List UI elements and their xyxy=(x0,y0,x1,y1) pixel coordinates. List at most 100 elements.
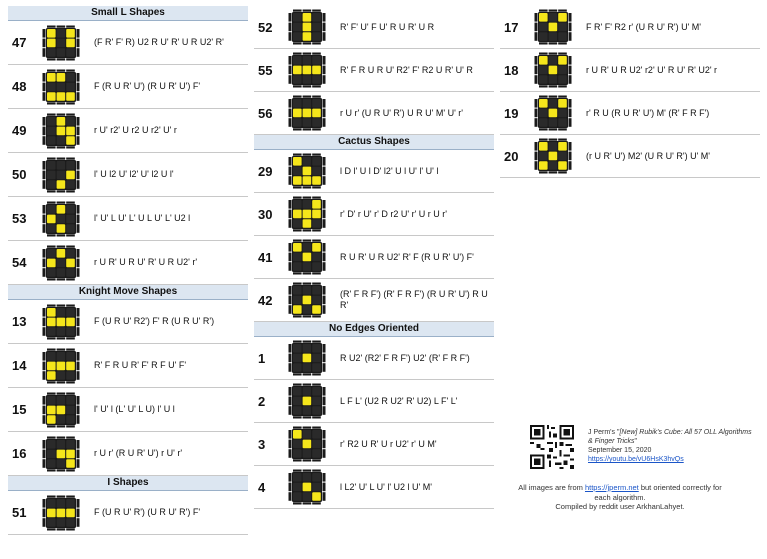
side-sticker xyxy=(293,373,302,376)
side-sticker xyxy=(66,380,75,383)
side-sticker xyxy=(42,458,46,468)
sticker xyxy=(56,214,66,223)
side-sticker xyxy=(312,416,321,419)
sticker xyxy=(548,13,558,22)
sticker xyxy=(66,91,75,101)
sticker xyxy=(66,160,75,170)
sticker xyxy=(302,157,312,166)
sticker xyxy=(47,361,56,370)
side-sticker xyxy=(288,262,292,271)
sticker xyxy=(47,91,56,101)
case-number: 30 xyxy=(258,206,273,222)
side-sticker xyxy=(76,82,80,91)
side-sticker xyxy=(302,416,312,419)
sticker xyxy=(293,56,302,65)
oll-case-row: 54 r U R' U R U' R' U R U2' r' xyxy=(8,241,248,285)
sticker xyxy=(56,395,66,405)
side-sticker xyxy=(293,315,302,318)
sticker xyxy=(312,492,321,501)
algorithm-text: R' F' U' F U' R U R' U R xyxy=(340,21,435,32)
oll-case-row: 49 r U' r2' U r2 U r2' U' r xyxy=(8,109,248,153)
sticker xyxy=(56,38,66,47)
sticker xyxy=(66,170,75,179)
algorithm-text: (R' F R F') (R' F R F') (R U R' U') R U … xyxy=(340,289,488,310)
side-sticker xyxy=(568,22,572,32)
sticker xyxy=(66,508,75,517)
credit-video-link[interactable]: https://youtu.be/vU6HsK3hvQs xyxy=(588,455,758,464)
side-sticker xyxy=(42,370,46,380)
side-sticker xyxy=(302,469,312,472)
side-sticker xyxy=(558,9,567,12)
sticker xyxy=(302,439,312,449)
sticker xyxy=(47,498,56,508)
sticker xyxy=(302,75,312,84)
side-sticker xyxy=(42,135,46,145)
sticker xyxy=(56,267,66,277)
side-sticker xyxy=(288,353,292,363)
sticker xyxy=(47,214,56,223)
side-sticker xyxy=(322,108,326,118)
side-sticker xyxy=(322,22,326,32)
footer-site-link[interactable]: https://jperm.net xyxy=(585,483,639,492)
algorithm-text: F (R U R' U') (R U R' U') F' xyxy=(94,81,201,91)
sticker xyxy=(312,286,321,295)
sticker xyxy=(312,22,321,32)
sticker xyxy=(548,118,558,127)
sticker xyxy=(302,252,312,262)
sticker xyxy=(558,161,567,170)
side-sticker xyxy=(568,13,572,22)
side-sticker xyxy=(293,196,302,199)
sticker xyxy=(47,258,56,267)
side-sticker xyxy=(322,56,326,65)
section-header: Knight Move Shapes xyxy=(8,285,248,300)
side-sticker xyxy=(302,426,312,429)
case-number: 41 xyxy=(258,249,273,265)
side-sticker xyxy=(47,495,56,498)
sticker xyxy=(539,22,548,32)
side-sticker xyxy=(322,65,326,75)
cube-diagram-icon xyxy=(288,52,326,88)
side-sticker xyxy=(293,42,302,45)
side-sticker xyxy=(47,392,56,395)
sticker xyxy=(293,295,302,305)
oll-case-row: 42 (R' F R F') (R' F R F') (R U R' U') R … xyxy=(254,279,494,322)
sticker xyxy=(302,22,312,32)
sticker xyxy=(312,473,321,482)
sticker xyxy=(558,108,567,118)
side-sticker xyxy=(66,527,75,530)
qr-code-icon[interactable] xyxy=(530,425,574,469)
side-sticker xyxy=(548,171,558,174)
sticker xyxy=(302,305,312,314)
sticker xyxy=(47,326,56,336)
side-sticker xyxy=(42,214,46,223)
oll-case-row: 50 l' U l2 U' l2' U' l2 U l' xyxy=(8,153,248,197)
sticker xyxy=(312,118,321,127)
side-sticker xyxy=(539,52,548,55)
algorithm-text: F R' F' R2 r' (U R U' R') U' M' xyxy=(586,21,702,32)
case-number: 3 xyxy=(258,436,266,452)
sticker xyxy=(56,326,66,336)
side-sticker xyxy=(42,326,46,336)
side-sticker xyxy=(322,118,326,127)
sticker xyxy=(66,395,75,405)
sticker xyxy=(47,135,56,145)
side-sticker xyxy=(56,392,66,395)
side-sticker xyxy=(66,304,75,307)
case-number: 49 xyxy=(12,123,27,138)
oll-case-row: 30 r' D' r U' r' D r2 U' r' U r U r' xyxy=(254,193,494,236)
sticker xyxy=(293,439,302,449)
sticker xyxy=(302,243,312,252)
side-sticker xyxy=(288,449,292,458)
side-sticker xyxy=(322,286,326,295)
section-header: Cactus Shapes xyxy=(254,135,494,150)
side-sticker xyxy=(47,57,56,60)
sticker xyxy=(56,204,66,214)
sticker xyxy=(293,492,302,501)
sticker xyxy=(47,223,56,233)
side-sticker xyxy=(293,340,302,343)
case-number: 16 xyxy=(12,446,27,461)
sticker xyxy=(548,142,558,151)
sticker xyxy=(56,449,66,458)
sticker xyxy=(548,161,558,170)
cube-diagram-icon xyxy=(42,304,80,339)
